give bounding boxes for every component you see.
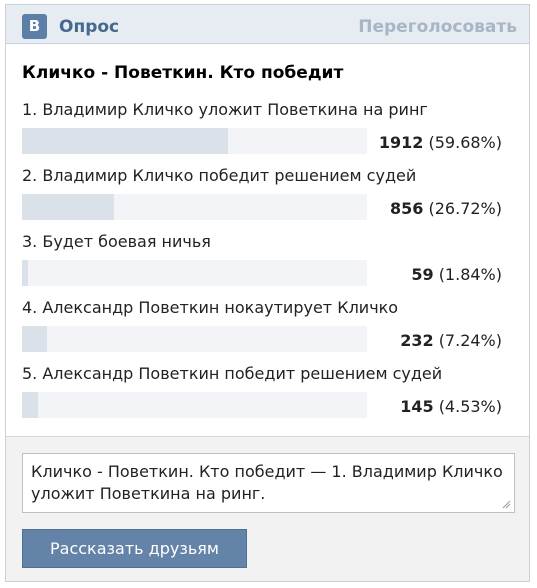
revote-link[interactable]: Переголосовать: [358, 17, 517, 37]
option-percent: (4.53%): [438, 397, 502, 416]
option-bar-fill: [22, 194, 115, 220]
poll-title: Опрос: [59, 17, 120, 37]
option-bar-fill: [22, 326, 47, 352]
option-label: 5. Александр Поветкин победит решением с…: [22, 364, 443, 383]
option-label: 4. Александр Поветкин нокаутирует Кличко: [22, 298, 399, 317]
poll-option-5: 5. Александр Поветкин победит решением с…: [22, 364, 517, 424]
option-bar: [22, 128, 367, 154]
option-bar-fill: [22, 392, 38, 418]
option-result: 232 (7.24%): [400, 331, 502, 350]
option-count: 856: [390, 199, 424, 218]
resize-grip-icon[interactable]: [501, 499, 511, 509]
option-result: 1912 (59.68%): [379, 133, 502, 152]
poll-widget: B Опрос Переголосовать Кличко - Поветкин…: [5, 4, 530, 582]
option-percent: (26.72%): [428, 199, 503, 218]
share-text-field[interactable]: Кличко - Поветкин. Кто победит — 1. Влад…: [22, 453, 515, 513]
poll-question: Кличко - Поветкин. Кто победит: [22, 63, 344, 83]
option-bar: [22, 392, 367, 418]
option-bar: [22, 194, 367, 220]
poll-option-3: 3. Будет боевая ничья 59 (1.84%): [22, 232, 517, 292]
poll-option-4: 4. Александр Поветкин нокаутирует Кличко…: [22, 298, 517, 358]
option-bar: [22, 326, 367, 352]
option-label: 1. Владимир Кличко уложит Поветкина на р…: [22, 100, 428, 119]
share-footer: Кличко - Поветкин. Кто победит — 1. Влад…: [6, 436, 529, 581]
option-bar-fill: [22, 128, 228, 154]
option-bar: [22, 260, 367, 286]
vk-logo-icon: B: [22, 14, 47, 39]
poll-header: B Опрос Переголосовать: [6, 5, 529, 44]
option-percent: (1.84%): [438, 265, 502, 284]
option-count: 145: [400, 397, 434, 416]
option-label: 3. Будет боевая ничья: [22, 232, 211, 251]
option-percent: (59.68%): [428, 133, 503, 152]
poll-option-1: 1. Владимир Кличко уложит Поветкина на р…: [22, 100, 517, 160]
option-bar-fill: [22, 260, 29, 286]
option-result: 145 (4.53%): [400, 397, 502, 416]
option-result: 59 (1.84%): [411, 265, 502, 284]
option-result: 856 (26.72%): [390, 199, 502, 218]
share-button[interactable]: Рассказать друзьям: [22, 529, 247, 568]
option-count: 59: [411, 265, 434, 284]
poll-option-2: 2. Владимир Кличко победит решением суде…: [22, 166, 517, 226]
option-label: 2. Владимир Кличко победит решением суде…: [22, 166, 417, 185]
option-percent: (7.24%): [438, 331, 502, 350]
option-count: 1912: [378, 133, 424, 152]
option-count: 232: [400, 331, 434, 350]
